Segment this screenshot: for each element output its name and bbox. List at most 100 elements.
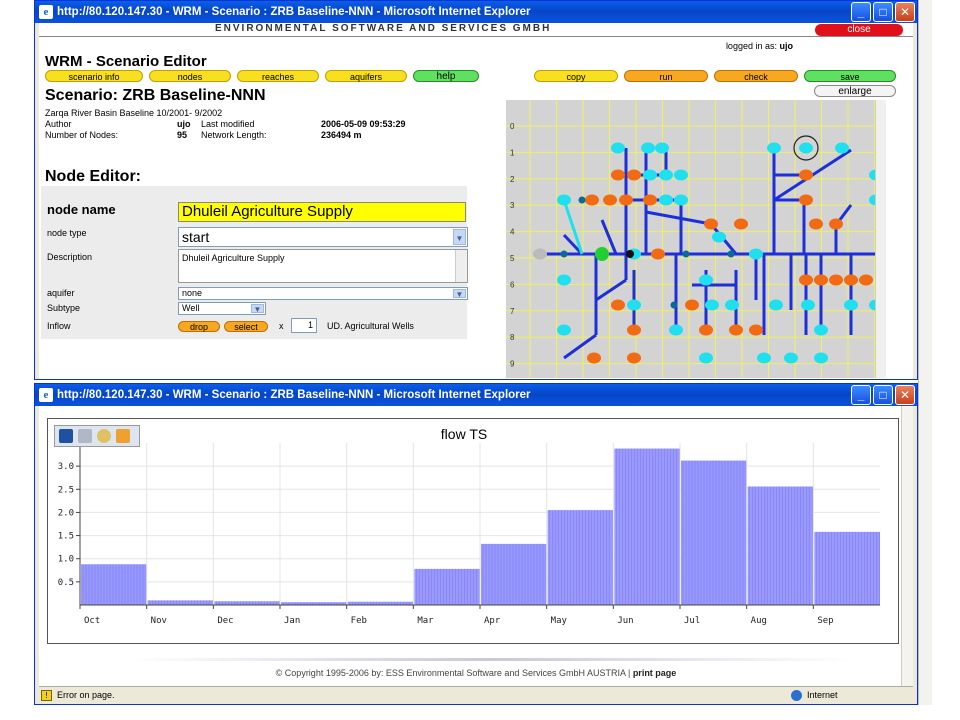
x-tick-label: Dec: [217, 616, 233, 626]
multiplier-input[interactable]: 1: [291, 318, 317, 333]
map-node: [829, 274, 843, 286]
map-node: [767, 142, 781, 154]
description-value: Dhuleil Agriculture Supply: [182, 253, 285, 263]
map-node: [829, 218, 843, 230]
map-junction: [578, 196, 586, 204]
map-scrollbar[interactable]: [875, 100, 886, 378]
aquifer-label: aquifer: [47, 288, 75, 298]
y-tick-label: 1.0: [58, 555, 74, 565]
export-icon[interactable]: [116, 429, 130, 443]
map-row-label: 1: [510, 148, 515, 157]
map-node: [814, 274, 828, 286]
map-node: [603, 194, 617, 206]
description-textarea[interactable]: Dhuleil Agriculture Supply: [178, 249, 468, 283]
close-button[interactable]: close: [815, 24, 903, 36]
scenario-title: Scenario: ZRB Baseline-NNN: [45, 87, 266, 104]
tab-nodes[interactable]: nodes: [149, 70, 231, 82]
network-map[interactable]: 0 1 2 3 4 5 6 7 8 9: [506, 100, 886, 379]
map-node: [655, 142, 669, 154]
x-tick-label: Jul: [684, 616, 700, 626]
save-icon[interactable]: [59, 429, 73, 443]
map-node: [769, 299, 783, 311]
warning-icon[interactable]: !: [41, 690, 52, 701]
tab-reaches[interactable]: reaches: [237, 70, 319, 82]
close-window-button[interactable]: ✕: [895, 2, 915, 22]
x-tick-label: Feb: [351, 616, 367, 626]
subtype-select[interactable]: Well ▼: [178, 302, 266, 315]
company-header: ENVIRONMENTAL SOFTWARE AND SERVICES GMBH: [39, 23, 913, 37]
ie-icon: e: [39, 388, 53, 402]
minimize-button[interactable]: _: [851, 385, 871, 405]
map-node: [699, 274, 713, 286]
map-node: [799, 274, 813, 286]
map-node: [533, 248, 547, 260]
author-label: Author: [45, 119, 72, 129]
check-button[interactable]: check: [714, 70, 798, 82]
map-node: [835, 142, 849, 154]
map-row-label: 0: [510, 122, 515, 131]
outer-scrollbar[interactable]: [918, 0, 932, 705]
subtype-label: Subtype: [47, 303, 81, 313]
aquifer-value: none: [182, 288, 203, 298]
zoom-icon[interactable]: [97, 429, 111, 443]
map-node: [844, 299, 858, 311]
tab-scenario-info[interactable]: scenario info: [45, 70, 143, 82]
map-node: [651, 248, 665, 260]
page-scrollbar[interactable]: [901, 406, 913, 686]
chart-window: e http://80.120.147.30 - WRM - Scenario …: [34, 383, 918, 705]
network-length-value: 236494 m: [321, 130, 362, 140]
maximize-button[interactable]: □: [873, 385, 893, 405]
node-name-input[interactable]: Dhuleil Agriculture Supply: [178, 202, 466, 222]
tab-aquifers[interactable]: aquifers: [325, 70, 407, 82]
map-node: [557, 194, 571, 206]
run-button[interactable]: run: [624, 70, 708, 82]
print-page-link[interactable]: print page: [633, 668, 677, 678]
x-tick-label: Jun: [617, 616, 633, 626]
map-node: [814, 352, 828, 364]
node-editor-title: Node Editor:: [45, 168, 141, 185]
map-row-label: 9: [510, 360, 515, 369]
select-button[interactable]: select: [224, 321, 268, 332]
aquifer-select[interactable]: none ▼: [178, 287, 468, 300]
window-title: http://80.120.147.30 - WRM - Scenario : …: [57, 6, 531, 18]
enlarge-button[interactable]: enlarge: [814, 85, 896, 97]
save-button[interactable]: save: [804, 70, 896, 82]
node-type-select[interactable]: start ▼: [178, 227, 468, 247]
window-titlebar: e http://80.120.147.30 - WRM - Scenario …: [35, 1, 917, 23]
map-node: [704, 218, 718, 230]
map-junction: [670, 301, 678, 309]
map-node: [699, 324, 713, 336]
map-row-label: 5: [510, 254, 515, 263]
status-message[interactable]: Error on page.: [57, 690, 115, 700]
maximize-button[interactable]: □: [873, 2, 893, 22]
y-tick-label: 2.0: [58, 508, 74, 518]
y-tick-label: 2.5: [58, 485, 74, 495]
map-node: [611, 142, 625, 154]
map-node: [627, 169, 641, 181]
map-row-label: 7: [510, 307, 515, 316]
tab-help[interactable]: help: [413, 70, 479, 82]
window-titlebar: e http://80.120.147.30 - WRM - Scenario …: [35, 384, 917, 406]
map-node: [699, 352, 713, 364]
copy-button[interactable]: copy: [534, 70, 618, 82]
zone-label: Internet: [807, 690, 838, 700]
map-node: [587, 352, 601, 364]
app-title: WRM - Scenario Editor: [45, 53, 207, 70]
map-node: [641, 142, 655, 154]
drop-button[interactable]: drop: [178, 321, 220, 332]
x-tick-label: Jan: [284, 616, 300, 626]
print-icon[interactable]: [78, 429, 92, 443]
textarea-scrollbar[interactable]: [455, 250, 467, 282]
x-tick-label: Oct: [84, 616, 100, 626]
network-diagram[interactable]: 0 1 2 3 4 5 6 7 8 9: [506, 100, 886, 379]
map-node: [659, 169, 673, 181]
divider: [129, 658, 853, 661]
map-node: [784, 352, 798, 364]
map-node: [799, 194, 813, 206]
inflow-label: Inflow: [47, 321, 71, 331]
x-tick-label: May: [551, 616, 568, 626]
last-modified-label: Last modified: [201, 119, 255, 129]
minimize-button[interactable]: _: [851, 2, 871, 22]
map-node: [619, 194, 633, 206]
close-window-button[interactable]: ✕: [895, 385, 915, 405]
